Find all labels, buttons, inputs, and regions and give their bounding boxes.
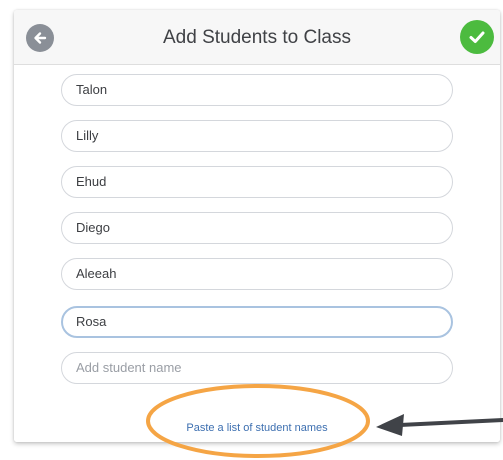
paste-student-list-link[interactable]: Paste a list of student names (14, 422, 500, 434)
add-students-dialog: Add Students to Class Talon Lilly Ehud D… (14, 10, 500, 442)
page-title: Add Students to Class (163, 27, 351, 48)
arrow-left-icon (34, 32, 47, 44)
add-student-name-input[interactable]: Add student name (61, 352, 453, 384)
student-name-field[interactable]: Lilly (61, 120, 453, 152)
student-name-field[interactable]: Ehud (61, 166, 453, 198)
back-button[interactable] (26, 24, 54, 52)
dialog-header: Add Students to Class (14, 10, 500, 65)
student-name-field[interactable]: Aleeah (61, 258, 453, 290)
student-name-field[interactable]: Diego (61, 212, 453, 244)
student-list: Talon Lilly Ehud Diego Aleeah Rosa Add s… (14, 65, 500, 442)
student-name-field[interactable]: Talon (61, 74, 453, 106)
done-button[interactable] (460, 20, 494, 54)
checkmark-icon (469, 31, 485, 43)
student-name-field-focused[interactable]: Rosa (61, 306, 453, 338)
